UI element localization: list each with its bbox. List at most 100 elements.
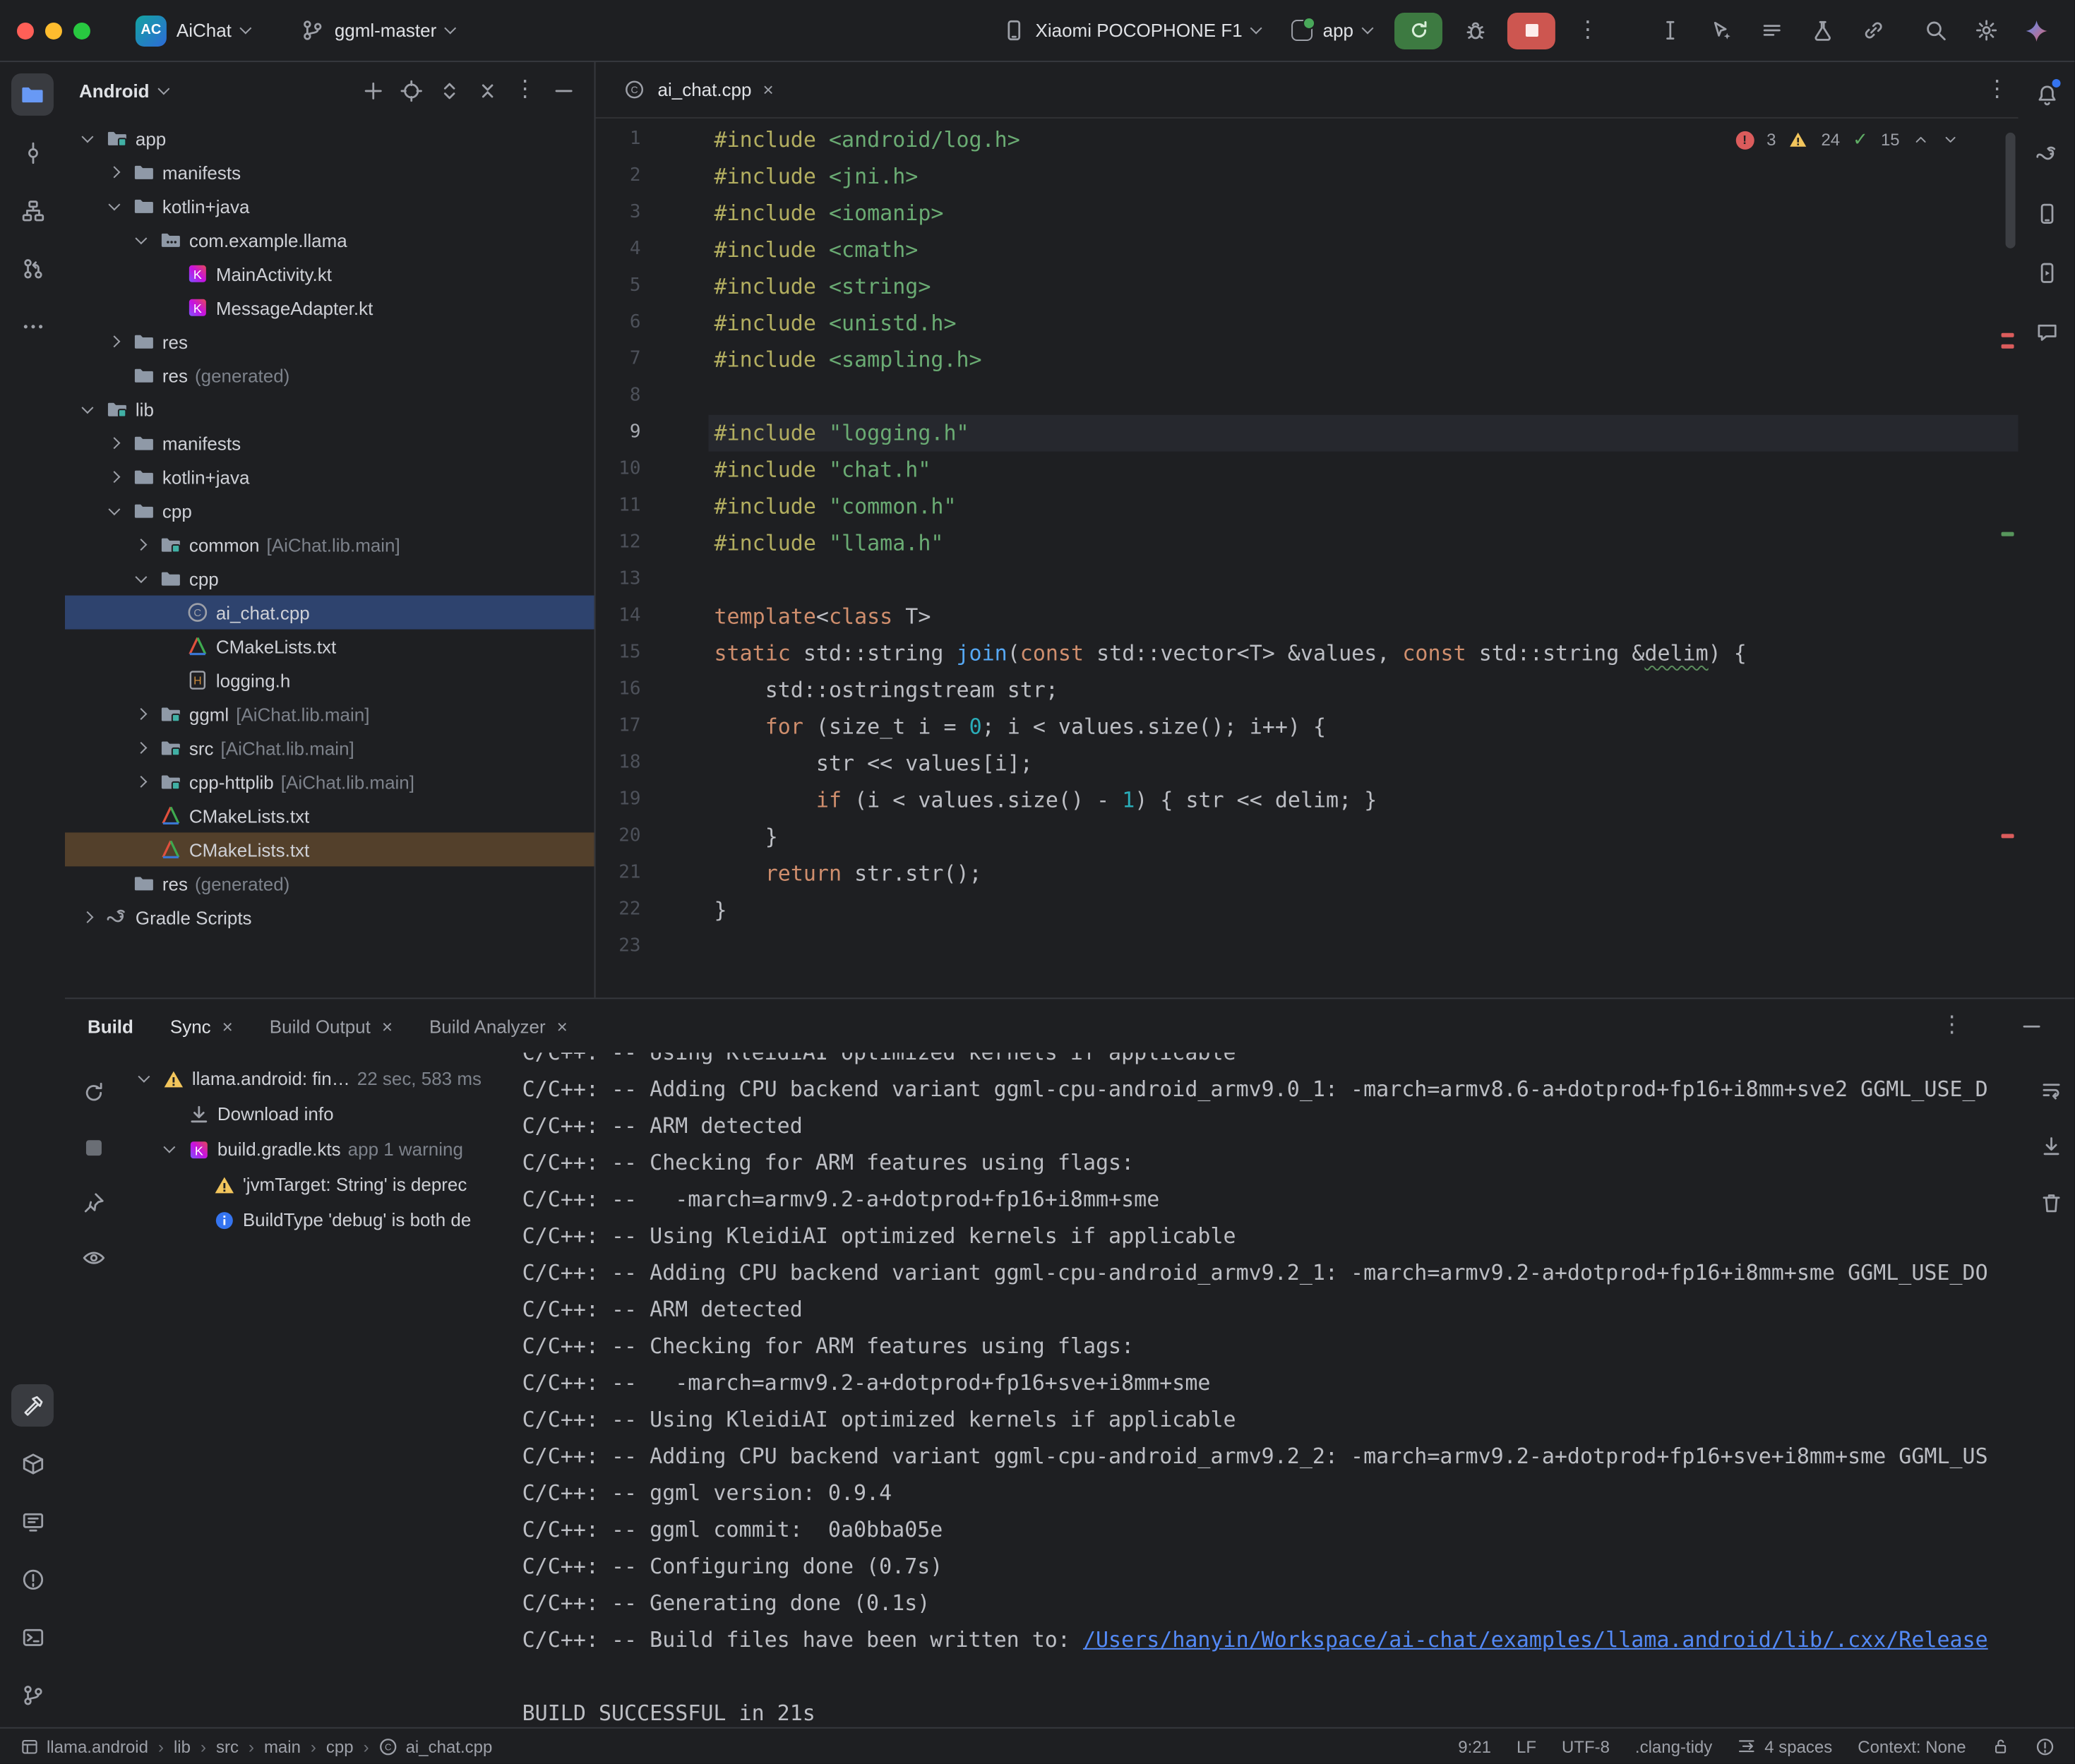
list-lines-tool-button[interactable] [1750, 11, 1793, 50]
code-line-6[interactable]: 6#include <unistd.h> [596, 305, 2019, 342]
tree-item-common[interactable]: common[AiChat.lib.main] [65, 528, 594, 562]
pin-tab-button[interactable] [72, 1182, 114, 1222]
more-run-options-button[interactable]: ⋮ [1567, 11, 1609, 50]
line-number[interactable]: 18 [596, 745, 709, 781]
filter-button[interactable] [72, 1237, 114, 1277]
tree-item-jvmtarget-string-is-deprec[interactable]: 'jvmTarget: String' is deprec [121, 1167, 506, 1202]
branch-selector[interactable]: ggml-master [289, 13, 466, 48]
tree-item-ggml[interactable]: ggml[AiChat.lib.main] [65, 697, 594, 731]
hide-build-panel-button[interactable] [2010, 1006, 2052, 1045]
code-line-7[interactable]: 7#include <sampling.h> [596, 342, 2019, 378]
chevron-closed-icon[interactable] [76, 913, 99, 921]
chevron-closed-icon[interactable] [130, 709, 153, 718]
tree-item-kotlin-java[interactable]: kotlin+java [65, 460, 594, 494]
breadcrumb-ai-chat-cpp[interactable]: Cai_chat.cpp [379, 1736, 493, 1756]
clang-tidy-status[interactable]: .clang-tidy [1635, 1736, 1712, 1756]
locate-file-button[interactable] [394, 73, 428, 107]
running-devices-button[interactable] [2026, 251, 2068, 294]
breadcrumb-src[interactable]: src [216, 1736, 239, 1756]
tree-item-com-example-llama[interactable]: com.example.llama [65, 223, 594, 257]
line-number[interactable]: 12 [596, 525, 709, 562]
gemini-button[interactable] [2016, 11, 2058, 50]
tree-item-download-info[interactable]: Download info [121, 1096, 506, 1132]
line-number[interactable]: 4 [596, 232, 709, 268]
project-selector[interactable]: AC AiChat [124, 9, 261, 52]
code-line-13[interactable]: 13 [596, 562, 2019, 599]
expand-all-button[interactable] [432, 73, 466, 107]
device-selector[interactable]: Xiaomi POCOPHONE F1 [991, 13, 1272, 48]
tree-item-build-gradle-kts[interactable]: Kbuild.gradle.ktsapp 1 warning [121, 1132, 506, 1167]
line-number[interactable]: 3 [596, 195, 709, 232]
debug-button[interactable] [1454, 11, 1496, 50]
chevron-open-icon[interactable] [103, 204, 126, 208]
line-number[interactable]: 6 [596, 305, 709, 342]
logcat-tool-window-button[interactable] [11, 1500, 54, 1542]
inspections-widget[interactable]: !3 24 ✓15 [1735, 128, 1959, 151]
build-options-button[interactable]: ⋮ [1931, 1006, 1973, 1045]
line-number[interactable]: 20 [596, 818, 709, 855]
line-number[interactable]: 7 [596, 342, 709, 378]
breadcrumb-cpp[interactable]: cpp [326, 1736, 354, 1756]
device-manager-button[interactable] [2026, 192, 2068, 234]
status-notifications-button[interactable] [2035, 1736, 2055, 1756]
tree-item-cpp[interactable]: cpp [65, 562, 594, 596]
hide-project-panel-button[interactable] [546, 73, 580, 107]
breadcrumb-llama-android[interactable]: llama.android [20, 1736, 148, 1756]
previous-problem-icon[interactable] [1913, 131, 1930, 148]
project-view-selector[interactable]: Android [79, 80, 150, 101]
clear-output-button[interactable] [2030, 1182, 2072, 1222]
line-number[interactable]: 14 [596, 599, 709, 635]
flask-tool-button[interactable] [1801, 11, 1843, 50]
tree-item-mainactivity-kt[interactable]: KMainActivity.kt [65, 257, 594, 291]
vcs-stripe-mark[interactable] [2002, 532, 2014, 536]
line-number[interactable]: 13 [596, 562, 709, 599]
tree-item-messageadapter-kt[interactable]: KMessageAdapter.kt [65, 291, 594, 325]
terminal-tool-window-button[interactable] [11, 1616, 54, 1658]
line-number[interactable]: 19 [596, 781, 709, 818]
breadcrumb-lib[interactable]: lib [174, 1736, 191, 1756]
tree-item-manifests[interactable]: manifests [65, 155, 594, 189]
close-tab-icon[interactable]: × [557, 1015, 568, 1036]
project-options-button[interactable]: ⋮ [508, 73, 542, 107]
code-line-18[interactable]: 18 str << values[i]; [596, 745, 2019, 781]
commit-tool-window-button[interactable] [11, 131, 54, 174]
tree-item-src[interactable]: src[AiChat.lib.main] [65, 731, 594, 764]
problems-tool-window-button[interactable] [11, 1558, 54, 1600]
app-quality-insights-button[interactable] [2026, 311, 2068, 353]
version-control-tool-window-button[interactable] [11, 1674, 54, 1716]
build-tab-sync[interactable]: Sync× [170, 1015, 233, 1036]
tree-item-kotlin-java[interactable]: kotlin+java [65, 189, 594, 223]
indent-status[interactable]: 4 spaces [1738, 1736, 1832, 1756]
zoom-window-button[interactable] [73, 22, 90, 39]
caret-position[interactable]: 9:21 [1458, 1736, 1491, 1756]
code-line-20[interactable]: 20 } [596, 818, 2019, 855]
code-line-11[interactable]: 11#include "common.h" [596, 488, 2019, 525]
editor-scrollbar[interactable] [2006, 133, 2016, 248]
code-line-10[interactable]: 10#include "chat.h" [596, 452, 2019, 488]
line-number[interactable]: 16 [596, 672, 709, 709]
line-number[interactable]: 23 [596, 928, 709, 965]
tree-item-app[interactable]: app [65, 121, 594, 155]
code-line-4[interactable]: 4#include <cmath> [596, 232, 2019, 268]
code-line-22[interactable]: 22} [596, 892, 2019, 928]
tree-item-ai-chat-cpp[interactable]: Cai_chat.cpp [65, 596, 594, 630]
chevron-closed-icon[interactable] [103, 168, 126, 176]
code-line-9[interactable]: 9#include "logging.h" [596, 415, 2019, 452]
settings-button[interactable] [1965, 11, 2007, 50]
code-line-23[interactable]: 23 [596, 928, 2019, 965]
ai-pointer-tool-button[interactable] [1699, 11, 1742, 50]
scroll-to-end-button[interactable] [2030, 1126, 2072, 1165]
close-window-button[interactable] [17, 22, 34, 39]
collapse-all-button[interactable] [470, 73, 504, 107]
code-line-5[interactable]: 5#include <string> [596, 268, 2019, 305]
editor-options-button[interactable]: ⋮ [1976, 70, 2019, 109]
gradle-tool-window-button[interactable] [2026, 133, 2068, 175]
code-line-19[interactable]: 19 if (i < values.size() - 1) { str << d… [596, 781, 2019, 818]
close-tab-icon[interactable]: × [222, 1015, 233, 1036]
device-explorer-tool-window-button[interactable] [11, 1442, 54, 1484]
code-line-21[interactable]: 21 return str.str(); [596, 855, 2019, 892]
line-number[interactable]: 9 [596, 415, 709, 452]
tree-item-manifests[interactable]: manifests [65, 426, 594, 460]
line-number[interactable]: 5 [596, 268, 709, 305]
editor-tab-ai-chat-cpp[interactable]: C ai_chat.cpp × [607, 62, 791, 117]
